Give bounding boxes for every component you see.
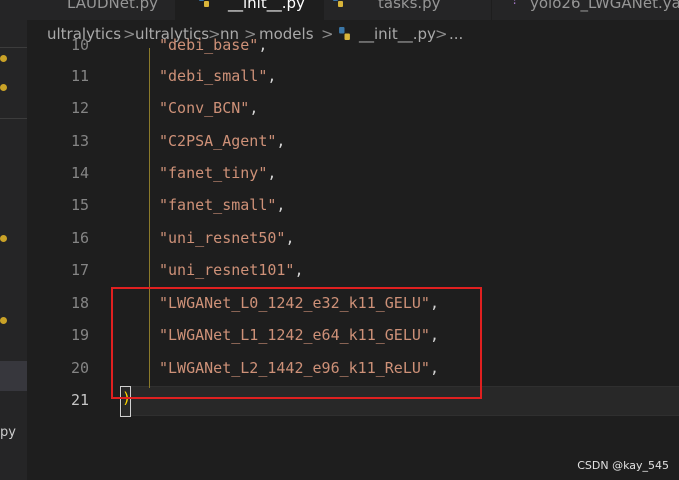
modified-dot-icon: [0, 235, 7, 242]
code-line[interactable]: "debi_base",: [159, 36, 267, 54]
python-file-icon: [199, 0, 209, 7]
breadcrumb-separator: >: [435, 25, 448, 43]
tab-yaml[interactable]: ! yolo26_LWGANet.yaml: [492, 0, 679, 20]
sidebar-file-label[interactable]: py: [0, 425, 16, 440]
line-number: 12: [70, 99, 89, 117]
tab-label: yolo26_LWGANet.yaml: [530, 0, 679, 12]
comma: ,: [267, 164, 277, 182]
line-number: 20: [70, 359, 89, 377]
string-literal: "uni_resnet50": [159, 229, 286, 247]
string-literal: "debi_base": [159, 36, 259, 54]
code-line[interactable]: "C2PSA_Agent",: [159, 132, 285, 150]
string-literal: "fanet_small": [159, 196, 277, 214]
comma: ,: [276, 132, 286, 150]
line-number: 11: [70, 67, 89, 85]
code-line[interactable]: "uni_resnet101",: [159, 261, 304, 279]
code-editor[interactable]: 10 "debi_base", 11 "debi_small", 12 "Con…: [27, 36, 679, 480]
watermark: CSDN @kay_545: [577, 459, 669, 472]
comma: ,: [258, 36, 268, 54]
highlight-annotation-box: [111, 287, 482, 399]
tab-tasks[interactable]: tasks.py: [324, 0, 492, 20]
breadcrumb-item[interactable]: __init__.py: [359, 20, 436, 48]
tab-label: tasks.py: [378, 0, 441, 12]
line-number: 10: [70, 36, 89, 54]
line-number: 14: [70, 164, 89, 182]
comma: ,: [285, 229, 295, 247]
string-literal: "C2PSA_Agent": [159, 132, 277, 150]
python-file-icon: [339, 27, 350, 40]
yaml-file-icon: !: [512, 0, 518, 8]
line-number: 16: [70, 229, 89, 247]
sidebar-divider: [0, 47, 27, 48]
comma: ,: [249, 99, 259, 117]
line-number: 17: [70, 261, 89, 279]
breadcrumb: ultralytics > ultralytics > nn > models …: [27, 20, 679, 48]
line-number-current: 21: [70, 391, 89, 409]
selected-file-row[interactable]: [0, 361, 27, 391]
python-file-icon: [333, 0, 343, 7]
sidebar-divider: [0, 118, 27, 119]
code-line[interactable]: "fanet_small",: [159, 196, 285, 214]
code-line[interactable]: "fanet_tiny",: [159, 164, 276, 182]
line-number: 15: [70, 196, 89, 214]
breadcrumb-separator: >: [123, 25, 136, 43]
breadcrumb-item[interactable]: ...: [449, 20, 463, 48]
string-literal: "fanet_tiny": [159, 164, 268, 182]
line-number: 18: [70, 294, 89, 312]
comma: ,: [294, 261, 304, 279]
breadcrumb-separator: >: [321, 25, 334, 43]
string-literal: "Conv_BCN": [159, 99, 250, 117]
line-number: 13: [70, 132, 89, 150]
tab-laudnet[interactable]: LAUDNet.py: [27, 0, 176, 20]
tab-label: __init__.py: [228, 0, 305, 12]
explorer-sidebar: py: [0, 0, 27, 480]
modified-dot-icon: [0, 84, 7, 91]
tab-bar: LAUDNet.py __init__.py tasks.py ! yolo26…: [27, 0, 679, 20]
tab-label: LAUDNet.py: [67, 0, 158, 12]
comma: ,: [267, 67, 277, 85]
modified-dot-icon: [0, 55, 7, 62]
code-line[interactable]: "debi_small",: [159, 67, 276, 85]
code-line[interactable]: "Conv_BCN",: [159, 99, 258, 117]
modified-dot-icon: [0, 317, 7, 324]
string-literal: "debi_small": [159, 67, 268, 85]
line-number: 19: [70, 326, 89, 344]
tab-init[interactable]: __init__.py: [176, 0, 324, 20]
comma: ,: [276, 196, 286, 214]
code-line[interactable]: "uni_resnet50",: [159, 229, 294, 247]
string-literal: "uni_resnet101": [159, 261, 295, 279]
